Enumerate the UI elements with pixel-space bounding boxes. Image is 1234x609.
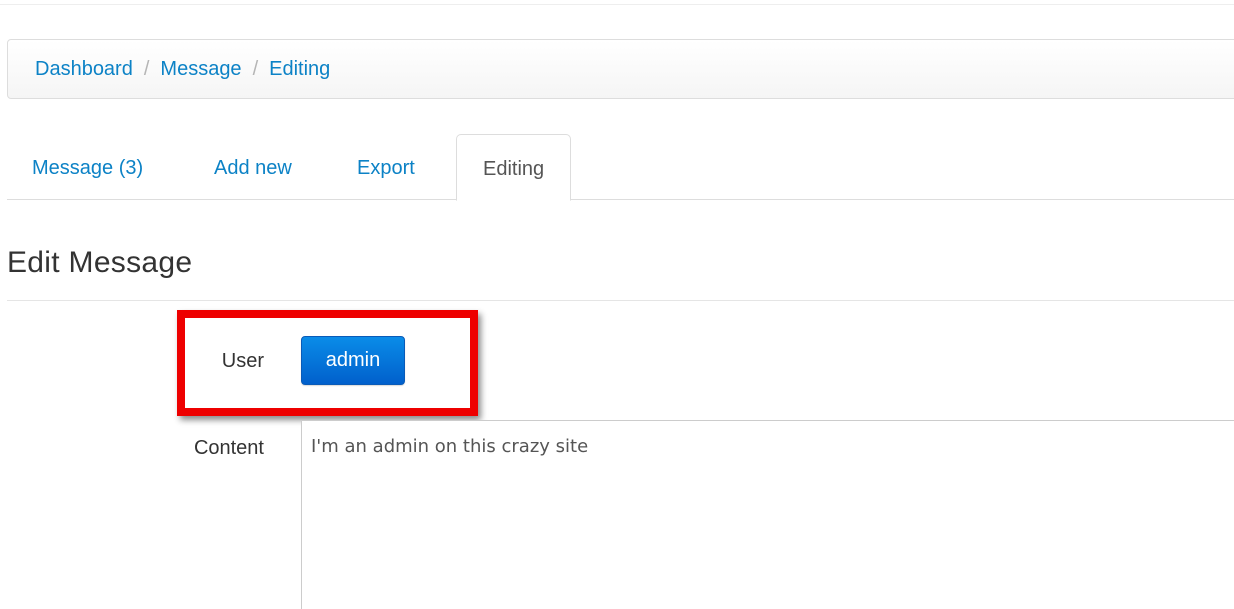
breadcrumb-dashboard-link[interactable]: Dashboard — [35, 58, 133, 81]
tab-export[interactable]: Export — [357, 134, 415, 200]
title-divider — [7, 300, 1234, 301]
content-textarea[interactable]: I'm an admin on this crazy site — [301, 420, 1234, 609]
user-field-label: User — [221, 350, 264, 372]
content-field-label: Content — [193, 437, 264, 459]
breadcrumb-message-link[interactable]: Message — [160, 58, 241, 81]
tab-add-new[interactable]: Add new — [214, 134, 292, 200]
page: Dashboard / Message / Editing Message (3… — [0, 0, 1234, 609]
breadcrumb-separator: / — [252, 57, 259, 80]
breadcrumb: Dashboard / Message / Editing — [7, 39, 1234, 99]
top-divider — [0, 4, 1234, 5]
breadcrumb-editing-link[interactable]: Editing — [269, 58, 330, 81]
page-title: Edit Message — [7, 246, 193, 279]
tab-editing[interactable]: Editing — [456, 134, 572, 201]
tab-bar: Message (3) Add new Export Editing — [7, 134, 1234, 201]
tab-message-list[interactable]: Message (3) — [32, 134, 143, 200]
user-admin-button[interactable]: admin — [301, 336, 405, 385]
breadcrumb-separator: / — [143, 57, 150, 80]
